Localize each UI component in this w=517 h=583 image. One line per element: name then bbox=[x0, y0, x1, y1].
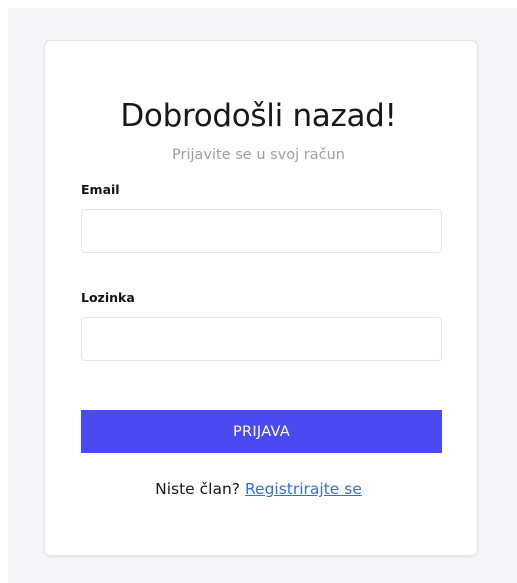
register-link[interactable]: Registrirajte se bbox=[245, 480, 362, 498]
email-label: Email bbox=[81, 182, 120, 197]
password-field-box[interactable] bbox=[81, 317, 442, 361]
register-prompt: Niste član? Registrirajte se bbox=[0, 478, 517, 500]
page-title-text: Dobrodošli nazad! bbox=[120, 98, 397, 134]
login-button[interactable]: PRIJAVA bbox=[81, 410, 442, 453]
email-field-box[interactable] bbox=[81, 209, 442, 253]
password-field[interactable] bbox=[82, 318, 441, 360]
email-field[interactable] bbox=[82, 210, 441, 252]
register-prompt-text: Niste član? bbox=[155, 480, 241, 498]
password-label: Lozinka bbox=[81, 290, 135, 305]
page-subtitle-text: Prijavite se u svoj račun bbox=[172, 147, 345, 163]
